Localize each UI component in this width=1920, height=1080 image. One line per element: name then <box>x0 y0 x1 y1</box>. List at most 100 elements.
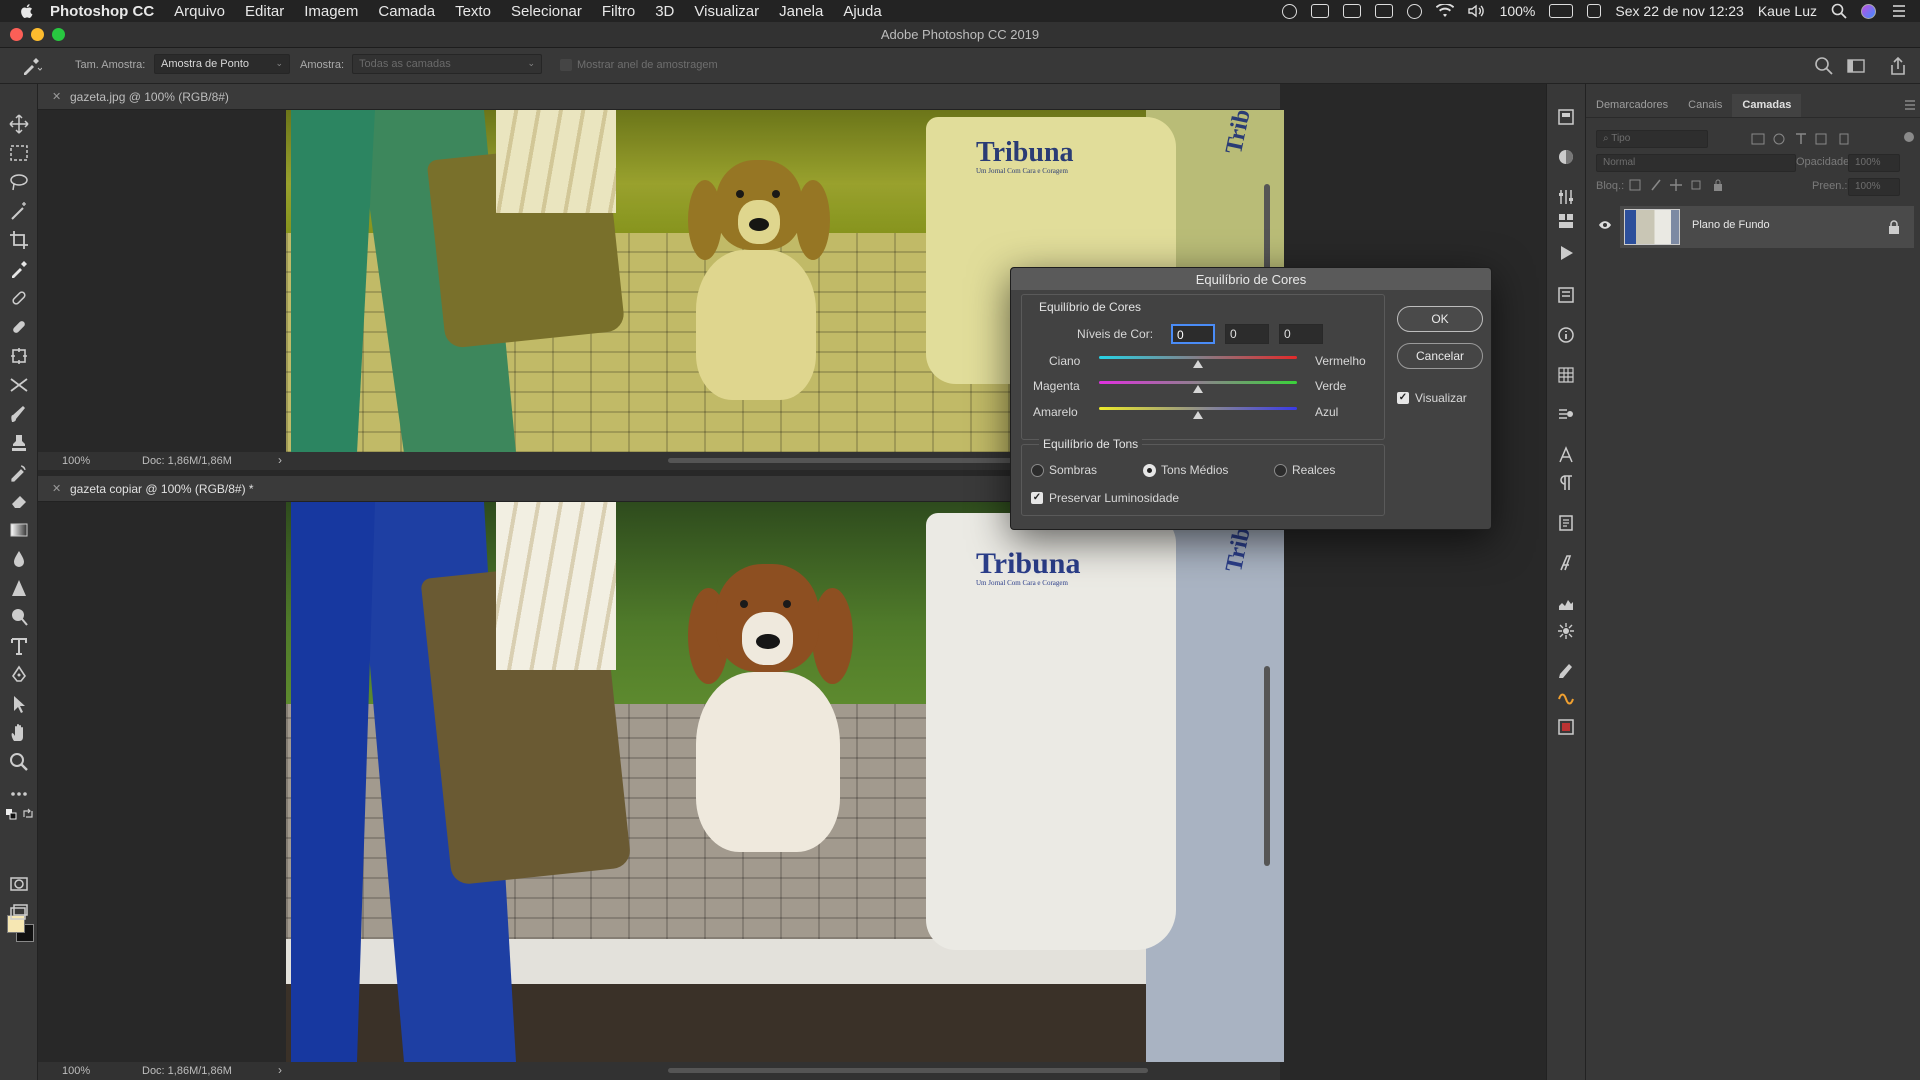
lock-options-icons[interactable] <box>1628 178 1738 192</box>
visibility-eye-icon[interactable] <box>1598 218 1612 232</box>
filter-toggle-icon[interactable] <box>1904 132 1914 142</box>
preserve-luminosity-checkbox[interactable]: ✓ <box>1031 492 1043 504</box>
history-brush-tool-icon[interactable] <box>9 375 29 395</box>
grid-panel-icon[interactable] <box>1557 366 1575 384</box>
menu-3d[interactable]: 3D <box>655 3 674 20</box>
color-level-magenta-green-input[interactable]: 0 <box>1225 324 1269 344</box>
marquee-tool-icon[interactable] <box>9 143 29 163</box>
menu-janela[interactable]: Janela <box>779 3 823 20</box>
cyan-red-slider-thumb[interactable] <box>1193 360 1203 368</box>
libraries-panel-icon[interactable] <box>1557 718 1575 736</box>
search-icon[interactable] <box>1814 56 1834 76</box>
sample-layers-select[interactable]: Todas as camadas ⌄ <box>352 54 542 74</box>
menu-editar[interactable]: Editar <box>245 3 284 20</box>
creative-cloud-icon[interactable] <box>1281 3 1297 19</box>
paint-brush-tool-icon[interactable] <box>9 404 29 424</box>
menu-visualizar[interactable]: Visualizar <box>694 3 759 20</box>
menu-user[interactable]: Kaue Luz <box>1758 3 1817 19</box>
cloud-icon[interactable] <box>1406 3 1422 19</box>
layer-filter-icons[interactable] <box>1750 132 1870 146</box>
canvas-2[interactable]: Tribuna Um Jornal Com Cara e Coragem Tribu… <box>38 502 1284 1062</box>
swatches-panel-icon[interactable] <box>1557 690 1575 708</box>
photo-original[interactable]: Tribuna Um Jornal Com Cara e Coragem Tribu… <box>286 502 1284 1062</box>
dodge-tool-icon[interactable] <box>9 607 29 627</box>
move-tool-icon[interactable] <box>9 114 29 134</box>
workspace-icon[interactable] <box>1846 56 1866 76</box>
play-actions-icon[interactable] <box>1557 244 1575 262</box>
styles-panel-icon[interactable] <box>1557 212 1575 230</box>
yellow-blue-slider-thumb[interactable] <box>1193 411 1203 419</box>
show-sampling-ring-checkbox[interactable] <box>560 59 572 71</box>
menu-imagem[interactable]: Imagem <box>304 3 358 20</box>
glyphs-panel-icon[interactable] <box>1557 554 1575 572</box>
properties-panel-icon[interactable] <box>1557 286 1575 304</box>
blur-tool-icon[interactable] <box>9 549 29 569</box>
fill-input[interactable]: 100% <box>1848 178 1900 196</box>
close-icon[interactable]: ✕ <box>52 482 61 495</box>
brush-tool-icon[interactable] <box>9 317 29 337</box>
opacity-input[interactable]: 100% <box>1848 154 1900 172</box>
quick-mask-icon[interactable] <box>9 874 29 894</box>
screen-record-icon[interactable] <box>1310 4 1329 18</box>
radio-shadows[interactable] <box>1031 464 1044 477</box>
zoom-tool-icon[interactable] <box>9 752 29 772</box>
radio-highlights[interactable] <box>1274 464 1287 477</box>
type-tool-icon[interactable] <box>9 636 29 656</box>
horizontal-scrollbar-2[interactable] <box>668 1068 1148 1073</box>
layer-row-background[interactable]: Plano de Fundo <box>1620 206 1914 248</box>
spot-healing-tool-icon[interactable] <box>9 288 29 308</box>
swap-colors-icon[interactable] <box>22 808 34 820</box>
paragraph-panel-icon[interactable] <box>1557 474 1575 492</box>
panel-menu-icon[interactable] <box>1904 100 1916 110</box>
eyedropper-tool-icon[interactable] <box>9 259 29 279</box>
sharpen-tool-icon[interactable] <box>9 578 29 598</box>
wifi-icon[interactable] <box>1435 4 1454 18</box>
color-panel-icon[interactable] <box>1557 148 1575 166</box>
radio-midtones[interactable] <box>1143 464 1156 477</box>
gradient-tool-icon[interactable] <box>9 520 29 540</box>
adjustments-panel-icon[interactable] <box>1557 188 1575 206</box>
layer-filter-select[interactable]: ⌕ Tipo <box>1596 130 1708 148</box>
zoom-level[interactable]: 100% <box>62 455 90 467</box>
apple-icon[interactable] <box>18 2 36 20</box>
info-icon[interactable] <box>1557 326 1575 344</box>
histogram-panel-icon[interactable] <box>1557 594 1575 612</box>
lasso-tool-icon[interactable] <box>9 172 29 192</box>
menu-ajuda[interactable]: Ajuda <box>843 3 881 20</box>
zoom-level[interactable]: 100% <box>62 1065 90 1077</box>
vertical-scrollbar-2[interactable] <box>1264 666 1270 866</box>
art-history-brush-icon[interactable] <box>9 462 29 482</box>
close-icon[interactable]: ✕ <box>52 90 61 103</box>
color-level-yellow-blue-input[interactable]: 0 <box>1279 324 1323 344</box>
screen-mode-icon[interactable] <box>9 903 29 923</box>
character-panel-icon[interactable] <box>1557 446 1575 464</box>
chevron-right-icon[interactable]: › <box>278 1063 282 1077</box>
menu-texto[interactable]: Texto <box>455 3 491 20</box>
clone-stamp-tool-icon[interactable] <box>9 346 29 366</box>
eyedropper-tool-icon[interactable] <box>20 56 42 76</box>
eraser-tool-icon[interactable] <box>9 491 29 511</box>
path-selection-tool-icon[interactable] <box>9 694 29 714</box>
brush-settings-icon[interactable] <box>1557 662 1575 680</box>
cyan-red-slider-track[interactable] <box>1099 356 1297 359</box>
layer-comps-icon[interactable] <box>1557 406 1575 424</box>
more-tools-icon[interactable] <box>9 784 29 804</box>
menu-camada[interactable]: Camada <box>378 3 435 20</box>
tab-camadas[interactable]: Camadas <box>1732 94 1802 117</box>
crop-tool-icon[interactable] <box>9 230 29 250</box>
notes-panel-icon[interactable] <box>1557 514 1575 532</box>
yellow-blue-slider-track[interactable] <box>1099 407 1297 410</box>
spotlight-search-icon[interactable] <box>1831 3 1847 19</box>
cancel-button[interactable]: Cancelar <box>1397 343 1483 369</box>
tab-demarcadores[interactable]: Demarcadores <box>1586 94 1678 117</box>
input-menu-icon[interactable] <box>1587 4 1602 18</box>
chevron-right-icon[interactable]: › <box>278 453 282 467</box>
notification-center-icon[interactable] <box>1890 4 1908 18</box>
magenta-green-slider-track[interactable] <box>1099 381 1297 384</box>
color-level-cyan-red-input[interactable]: 0 <box>1171 324 1215 344</box>
battery-icon[interactable] <box>1549 4 1574 18</box>
pen-tool-icon[interactable] <box>9 665 29 685</box>
menu-clock[interactable]: Sex 22 de nov 12:23 <box>1615 3 1743 19</box>
magic-wand-tool-icon[interactable] <box>9 201 29 221</box>
menu-arquivo[interactable]: Arquivo <box>174 3 225 20</box>
